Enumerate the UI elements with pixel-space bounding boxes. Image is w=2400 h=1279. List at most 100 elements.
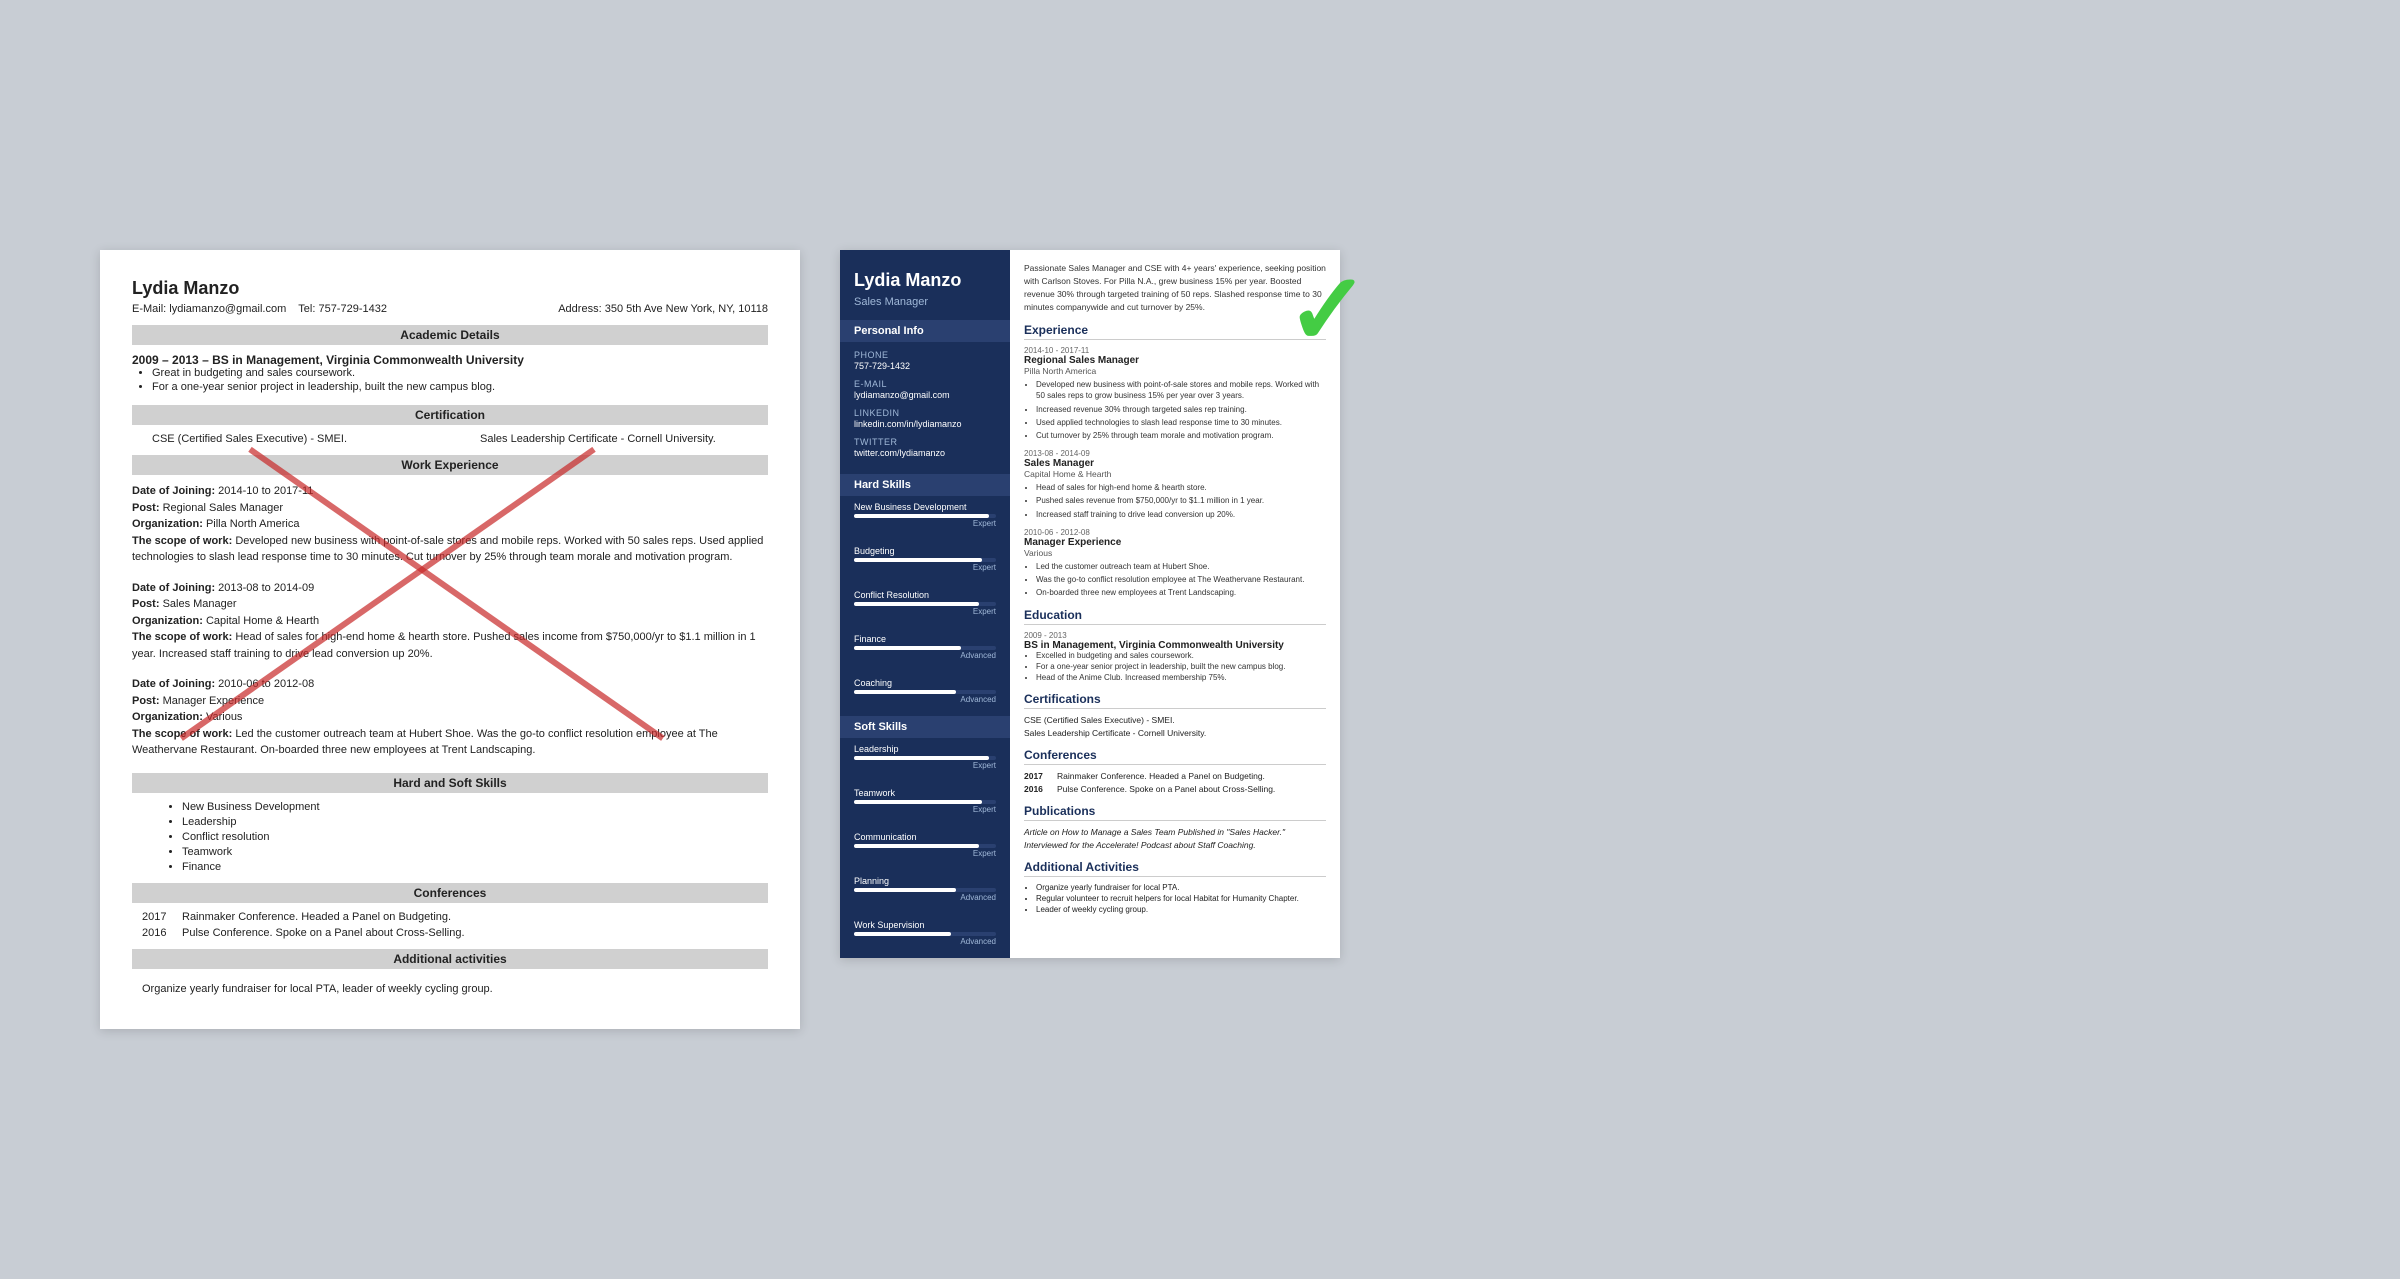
experience-title: Experience bbox=[1024, 323, 1326, 340]
work1-scope-label: The scope of work: bbox=[132, 535, 232, 547]
twitter-key: Twitter bbox=[854, 437, 996, 447]
pub-1: Article on How to Manage a Sales Team Pu… bbox=[1024, 827, 1326, 837]
edu-bullet-2: For a one-year senior project in leaders… bbox=[152, 381, 768, 393]
section-cert: Certification bbox=[132, 405, 768, 425]
work2-post: Sales Manager bbox=[163, 598, 237, 610]
additional-text: Organize yearly fundraiser for local PTA… bbox=[132, 977, 768, 1001]
work2-dates: 2013-08 to 2014-09 bbox=[218, 582, 314, 594]
right-resume: Lydia Manzo Sales Manager Personal Info … bbox=[840, 250, 1340, 958]
certifications-section: Certifications CSE (Certified Sales Exec… bbox=[1024, 692, 1326, 738]
work-3: Date of Joining: 2010-06 to 2012-08 Post… bbox=[132, 676, 768, 759]
r-conf1-text: Rainmaker Conference. Headed a Panel on … bbox=[1057, 771, 1265, 781]
skill-5: Finance bbox=[182, 861, 768, 873]
hard-skill-3: Finance Advanced bbox=[840, 628, 1010, 672]
right-name-block: Lydia Manzo Sales Manager bbox=[840, 250, 1010, 320]
publications-title: Publications bbox=[1024, 804, 1326, 821]
section-work: Work Experience bbox=[132, 455, 768, 475]
edu-dates: 2009 - 2013 bbox=[1024, 631, 1326, 640]
left-name: Lydia Manzo bbox=[132, 278, 768, 299]
left-contact: E-Mail: lydiamanzо@gmail.com Tel: 757-72… bbox=[132, 303, 768, 315]
edu-bullet-1: Great in budgeting and sales coursework. bbox=[152, 367, 768, 379]
conf2-year: 2016 bbox=[142, 927, 172, 939]
additional-section: Additional Activities Organize yearly fu… bbox=[1024, 860, 1326, 914]
edu-b3: Head of the Anime Club. Increased member… bbox=[1036, 673, 1326, 682]
edu-bullets-list: Excelled in budgeting and sales coursewo… bbox=[1036, 651, 1326, 682]
edu-bullets: Great in budgeting and sales coursework.… bbox=[152, 367, 768, 393]
conf-1: 2017 Rainmaker Conference. Headed a Pane… bbox=[132, 911, 768, 923]
email-key: E-mail bbox=[854, 379, 996, 389]
work3-date-label: Date of Joining: bbox=[132, 678, 215, 690]
edu-title: 2009 – 2013 – BS in Management, Virginia… bbox=[132, 353, 768, 367]
work2-scope-label: The scope of work: bbox=[132, 631, 232, 643]
email-row: E-mail lydiamanzо@gmail.com bbox=[854, 379, 996, 400]
left-email: E-Mail: lydiamanzо@gmail.com Tel: 757-72… bbox=[132, 303, 387, 315]
phone-val: 757-729-1432 bbox=[854, 361, 996, 371]
hard-skill-4: Coaching Advanced bbox=[840, 672, 1010, 716]
work3-post: Manager Experience bbox=[163, 695, 265, 707]
email-val: lydiamanzо@gmail.com bbox=[169, 303, 286, 315]
phone-row: Phone 757-729-1432 bbox=[854, 350, 996, 371]
phone-key: Phone bbox=[854, 350, 996, 360]
section-skills: Hard and Soft Skills bbox=[132, 773, 768, 793]
exp-2: 2010-06 - 2012-08 Manager Experience Var… bbox=[1024, 528, 1326, 599]
r-conf1-year: 2017 bbox=[1024, 771, 1049, 781]
tel-val: 757-729-1432 bbox=[318, 303, 387, 315]
education-title: Education bbox=[1024, 608, 1326, 625]
address-val: 350 5th Ave New York, NY, 10118 bbox=[605, 303, 768, 315]
hard-skill-1: Budgeting Expert bbox=[840, 540, 1010, 584]
education-entry: 2009 – 2013 – BS in Management, Virginia… bbox=[132, 353, 768, 393]
work2-org: Capital Home & Hearth bbox=[206, 615, 319, 627]
right-sidebar: Lydia Manzo Sales Manager Personal Info … bbox=[840, 250, 1010, 958]
soft-skill-3: Planning Advanced bbox=[840, 870, 1010, 914]
r-conf-1: 2017 Rainmaker Conference. Headed a Pane… bbox=[1024, 771, 1326, 781]
additional-title: Additional Activities bbox=[1024, 860, 1326, 877]
conf1-year: 2017 bbox=[142, 911, 172, 923]
experience-container: 2014-10 - 2017-11 Regional Sales Manager… bbox=[1024, 346, 1326, 598]
skill-2: Leadership bbox=[182, 816, 768, 828]
personal-info-label: Personal Info bbox=[840, 320, 1010, 342]
right-name: Lydia Manzo bbox=[854, 270, 996, 292]
soft-skills-container: Leadership Expert Teamwork Expert Commun… bbox=[840, 738, 1010, 958]
conf2-text: Pulse Conference. Spoke on a Panel about… bbox=[182, 927, 465, 939]
left-address: Address: 350 5th Ave New York, NY, 10118 bbox=[558, 303, 768, 315]
work2-post-label: Post: bbox=[132, 598, 160, 610]
pub-2: Interviewed for the Accelerate! Podcast … bbox=[1024, 840, 1326, 850]
experience-section: Experience 2014-10 - 2017-11 Regional Sa… bbox=[1024, 323, 1326, 598]
soft-skill-4: Work Supervision Advanced bbox=[840, 914, 1010, 958]
conferences-title: Conferences bbox=[1024, 748, 1326, 765]
linkedin-row: LinkedIn linkedin.com/in/lydiamanzo bbox=[854, 408, 996, 429]
edu-b1: Excelled in budgeting and sales coursewo… bbox=[1036, 651, 1326, 660]
work3-dates: 2010-06 to 2012-08 bbox=[218, 678, 314, 690]
r-conf2-text: Pulse Conference. Spoke on a Panel about… bbox=[1057, 784, 1275, 794]
work3-post-label: Post: bbox=[132, 695, 160, 707]
work3-org-label: Organization: bbox=[132, 711, 203, 723]
linkedin-key: LinkedIn bbox=[854, 408, 996, 418]
tel-label: Tel: bbox=[298, 303, 315, 315]
conf1-text: Rainmaker Conference. Headed a Panel on … bbox=[182, 911, 451, 923]
conf-2: 2016 Pulse Conference. Spoke on a Panel … bbox=[132, 927, 768, 939]
twitter-val: twitter.com/lydiamanzo bbox=[854, 448, 996, 458]
personal-info-block: Phone 757-729-1432 E-mail lydiamanzо@gma… bbox=[840, 342, 1010, 474]
work1-post: Regional Sales Manager bbox=[163, 502, 283, 514]
soft-skill-0: Leadership Expert bbox=[840, 738, 1010, 782]
main-container: Lydia Manzo E-Mail: lydiamanzо@gmail.com… bbox=[100, 250, 2300, 1029]
soft-skill-2: Communication Expert bbox=[840, 826, 1010, 870]
conferences-section: Conferences 2017 Rainmaker Conference. H… bbox=[1024, 748, 1326, 794]
soft-skill-1: Teamwork Expert bbox=[840, 782, 1010, 826]
r-conf2-year: 2016 bbox=[1024, 784, 1049, 794]
right-main: Passionate Sales Manager and CSE with 4+… bbox=[1010, 250, 1340, 958]
right-summary: Passionate Sales Manager and CSE with 4+… bbox=[1024, 262, 1326, 313]
email-val: lydiamanzо@gmail.com bbox=[854, 390, 996, 400]
work3-org: Various bbox=[206, 711, 242, 723]
act-3: Leader of weekly cycling group. bbox=[1036, 905, 1326, 914]
hard-skill-2: Conflict Resolution Expert bbox=[840, 584, 1010, 628]
work-1: Date of Joining: 2014-10 to 2017-11 Post… bbox=[132, 483, 768, 566]
cert-row: CSE (Certified Sales Executive) - SMEI. … bbox=[132, 433, 768, 445]
left-resume: Lydia Manzo E-Mail: lydiamanzо@gmail.com… bbox=[100, 250, 800, 1029]
hard-skill-0: New Business Development Expert bbox=[840, 496, 1010, 540]
work1-org-label: Organization: bbox=[132, 518, 203, 530]
edu-b2: For a one-year senior project in leaders… bbox=[1036, 662, 1326, 671]
skills-list: New Business Development Leadership Conf… bbox=[152, 801, 768, 873]
email-label: E-Mail: bbox=[132, 303, 166, 315]
right-title: Sales Manager bbox=[854, 296, 996, 308]
